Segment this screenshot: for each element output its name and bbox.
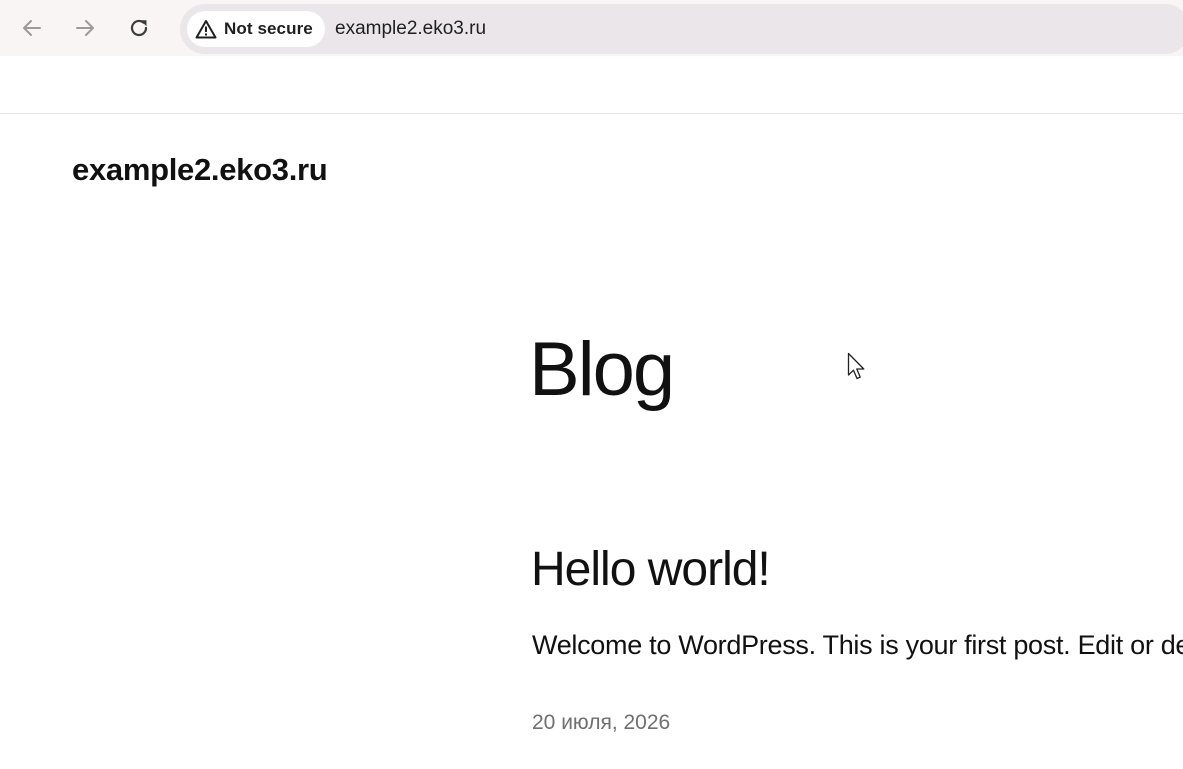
mouse-cursor-icon bbox=[847, 352, 865, 380]
page-title: Blog bbox=[529, 327, 675, 412]
back-button[interactable] bbox=[14, 10, 50, 46]
address-bar[interactable]: Not secure example2.eko3.ru bbox=[180, 4, 1183, 54]
reload-icon bbox=[130, 19, 148, 37]
security-indicator[interactable]: Not secure bbox=[187, 11, 325, 47]
post-title-link[interactable]: Hello world! bbox=[531, 540, 771, 600]
post-date[interactable]: 20 июля, 2026 bbox=[532, 710, 670, 736]
header-divider bbox=[0, 113, 1183, 114]
url-text[interactable]: example2.eko3.ru bbox=[335, 17, 486, 41]
site-title[interactable]: example2.eko3.ru bbox=[72, 150, 328, 190]
warning-triangle-icon bbox=[195, 20, 217, 39]
arrow-left-icon bbox=[23, 20, 41, 36]
browser-toolbar: Not secure example2.eko3.ru bbox=[0, 0, 1183, 56]
post-excerpt: Welcome to WordPress. This is your first… bbox=[532, 630, 1183, 660]
arrow-right-icon bbox=[76, 20, 94, 36]
forward-button[interactable] bbox=[67, 10, 103, 46]
reload-button[interactable] bbox=[121, 10, 157, 46]
security-label: Not secure bbox=[224, 19, 313, 38]
